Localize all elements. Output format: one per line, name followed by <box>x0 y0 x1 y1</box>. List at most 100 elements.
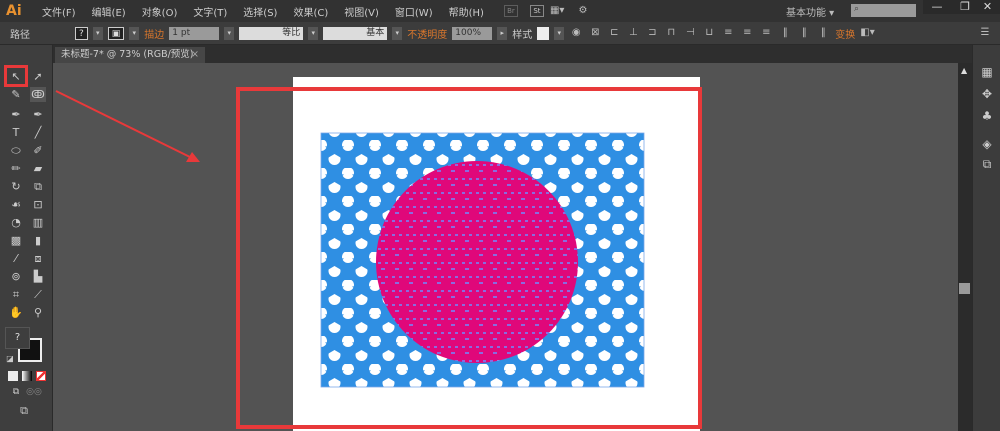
menu-edit[interactable]: 编辑(E) <box>84 4 134 19</box>
menu-help[interactable]: 帮助(H) <box>441 4 492 19</box>
minimize-button[interactable]: — <box>923 0 951 14</box>
selection-tool-icon[interactable]: ↖ <box>8 69 24 84</box>
ellipse-tool-icon[interactable]: ⬭ <box>8 143 24 158</box>
brushes-panel-icon[interactable]: ✥ <box>979 87 995 101</box>
artboards-panel-icon[interactable]: ⧉ <box>979 157 995 171</box>
opacity-label[interactable]: 不透明度 <box>407 26 447 41</box>
shape-builder-tool-icon[interactable]: ◔ <box>8 215 24 230</box>
search-input[interactable]: ⌕ <box>851 4 916 17</box>
menu-type[interactable]: 文字(T) <box>185 4 235 19</box>
align-hcenter-icon[interactable]: ⊥ <box>626 27 640 39</box>
pen-tool-icon[interactable]: ✒ <box>8 107 24 122</box>
curvature-tool-icon[interactable]: ✒ <box>30 107 46 122</box>
close-tab-icon[interactable]: × <box>191 47 199 63</box>
artboard-tool-icon[interactable]: ⌗ <box>8 287 24 302</box>
isolate-icon[interactable]: ◧▾ <box>860 27 874 39</box>
opacity-input[interactable]: 100% <box>452 26 493 40</box>
fill-color-box[interactable]: ? <box>5 327 30 349</box>
menu-object[interactable]: 对象(O) <box>134 4 186 19</box>
scrollbar-thumb[interactable] <box>959 283 970 294</box>
hand-tool-icon[interactable]: ✋ <box>8 305 24 320</box>
canvas-area[interactable] <box>54 63 958 431</box>
align-top-icon[interactable]: ⊓ <box>664 27 678 39</box>
default-colors-icon[interactable]: ◪ <box>2 351 18 366</box>
stroke-label[interactable]: 描边 <box>144 26 164 41</box>
brush-definition[interactable]: 基本 <box>323 26 388 40</box>
workspace-switcher[interactable]: 基本功能 ▾ <box>786 4 834 19</box>
free-transform-tool-icon[interactable]: ⊡ <box>30 197 46 212</box>
recolor-icon[interactable]: ◉ <box>569 27 583 39</box>
draw-normal-icon[interactable]: ⧉ <box>8 385 24 400</box>
distribute-left-icon[interactable]: ‖ <box>778 27 792 39</box>
menu-view[interactable]: 视图(V) <box>336 4 387 19</box>
warp-tool-icon[interactable]: ☙ <box>8 197 24 212</box>
stroke-dropdown[interactable]: ▾ <box>129 26 140 40</box>
paintbrush-tool-icon[interactable]: ✐ <box>30 143 46 158</box>
menu-file[interactable]: 文件(F) <box>34 4 84 19</box>
menu-effect[interactable]: 效果(C) <box>285 4 336 19</box>
zoom-tool-icon[interactable]: ⚲ <box>30 305 46 320</box>
align-vcenter-icon[interactable]: ⊣ <box>683 27 697 39</box>
color-mode-icon[interactable] <box>8 371 18 381</box>
menu-select[interactable]: 选择(S) <box>235 4 285 19</box>
distribute-top-icon[interactable]: ≡ <box>721 27 735 39</box>
stroke-swatch[interactable]: ▣ <box>107 26 125 40</box>
swatches-panel-icon[interactable]: ▦ <box>979 65 995 79</box>
symbol-sprayer-tool-icon[interactable]: ⊚ <box>8 269 24 284</box>
profile-dropdown[interactable]: ▾ <box>308 26 319 40</box>
sync-icon[interactable]: ⚙ <box>576 5 590 17</box>
magenta-circle[interactable] <box>376 161 578 363</box>
stock-button[interactable]: St <box>529 5 544 17</box>
transform-link[interactable]: 变换 <box>835 26 855 41</box>
pencil-tool-icon[interactable]: ✏ <box>8 161 24 176</box>
align-to-icon[interactable]: ⊠ <box>588 27 602 39</box>
variable-width-profile[interactable]: 等比 <box>239 26 304 40</box>
rotate-tool-icon[interactable]: ↻ <box>8 179 24 194</box>
align-right-icon[interactable]: ⊐ <box>645 27 659 39</box>
blend-tool-icon[interactable]: ⧈ <box>30 251 46 266</box>
none-mode-icon[interactable] <box>36 371 46 381</box>
stroke-weight-input[interactable]: 1 pt <box>169 26 220 40</box>
scale-tool-icon[interactable]: ⧉ <box>30 179 46 194</box>
style-dropdown[interactable]: ▾ <box>554 26 565 40</box>
eraser-tool-icon[interactable]: ▰ <box>30 161 46 176</box>
screen-mode-icon[interactable]: ⧉ <box>16 403 32 418</box>
distribute-right-icon[interactable]: ‖ <box>816 27 830 39</box>
slice-tool-icon[interactable]: ⟋ <box>30 287 46 302</box>
fill-dropdown[interactable]: ▾ <box>92 26 103 40</box>
symbols-panel-icon[interactable]: ♣ <box>979 109 995 123</box>
panel-menu-icon[interactable]: ☰ <box>978 27 992 39</box>
draw-behind-icon[interactable]: ◎◎ <box>26 385 42 400</box>
direct-selection-tool-icon[interactable]: ➚ <box>30 69 46 84</box>
line-tool-icon[interactable]: ╱ <box>30 125 46 140</box>
column-graph-tool-icon[interactable]: ▙ <box>30 269 46 284</box>
document-tab-title: 未标题-7* @ 73% (RGB/预览) <box>61 49 194 60</box>
distribute-hcenter-icon[interactable]: ‖ <box>797 27 811 39</box>
opacity-dropdown[interactable]: ▸ <box>497 26 508 40</box>
fill-swatch[interactable]: ? <box>75 26 88 40</box>
scroll-up-icon[interactable]: ▲ <box>961 66 967 75</box>
close-button[interactable]: ✕ <box>975 0 1000 14</box>
eyedropper-tool-icon[interactable]: ⁄ <box>8 251 24 266</box>
type-tool-icon[interactable]: T <box>8 125 24 140</box>
lasso-tool-icon[interactable]: ↂ <box>30 87 46 102</box>
align-bottom-icon[interactable]: ⊔ <box>702 27 716 39</box>
layers-panel-icon[interactable]: ◈ <box>979 137 995 151</box>
magic-wand-tool-icon[interactable]: ✎ <box>8 87 24 102</box>
align-left-icon[interactable]: ⊏ <box>607 27 621 39</box>
perspective-grid-tool-icon[interactable]: ▥ <box>30 215 46 230</box>
gradient-mode-icon[interactable] <box>22 371 32 381</box>
gradient-tool-icon[interactable]: ▮ <box>30 233 46 248</box>
style-swatch[interactable] <box>537 26 550 40</box>
vertical-scrollbar[interactable]: ▲ <box>958 63 972 431</box>
bridge-button[interactable]: Br <box>503 5 518 17</box>
mesh-tool-icon[interactable]: ▩ <box>8 233 24 248</box>
document-tab[interactable]: 未标题-7* @ 73% (RGB/预览) × <box>55 47 205 63</box>
artwork <box>55 77 702 431</box>
brush-dropdown[interactable]: ▾ <box>392 26 403 40</box>
menu-window[interactable]: 窗口(W) <box>387 4 441 19</box>
stroke-weight-dropdown[interactable]: ▾ <box>224 26 235 40</box>
distribute-vcenter-icon[interactable]: ≡ <box>740 27 754 39</box>
distribute-bottom-icon[interactable]: ≡ <box>759 27 773 39</box>
arrange-documents-icon[interactable]: ▦▾ <box>550 5 564 17</box>
